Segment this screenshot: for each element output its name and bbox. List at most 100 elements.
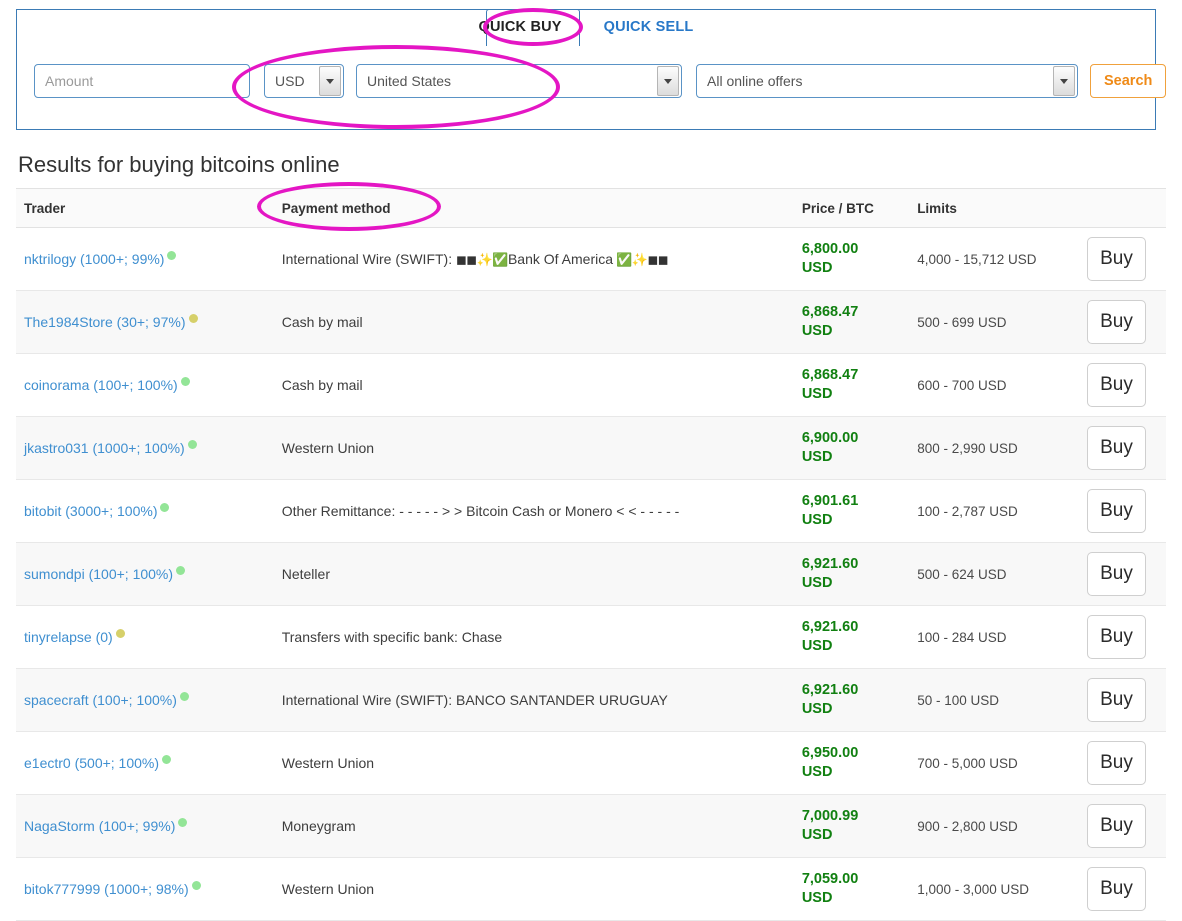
cell-payment-method: Western Union: [273, 416, 794, 480]
payment-method-text: Cash by mail: [281, 314, 363, 330]
table-row: The1984Store (30+; 97%) Cash by mail 6,868…: [16, 290, 1166, 354]
cell-payment-method: Western Union: [273, 731, 794, 795]
cell-trader: The1984Store (30+; 97%): [16, 290, 274, 354]
trader-link[interactable]: coinorama (100+; 100%): [24, 377, 178, 393]
offer-type-select[interactable]: All online offers: [696, 64, 1078, 98]
trader-link[interactable]: e1ectr0 (500+; 100%): [24, 755, 159, 771]
cell-limits: 500 - 699 USD: [909, 290, 1079, 354]
buy-button[interactable]: Buy: [1087, 363, 1146, 407]
buy-button[interactable]: Buy: [1087, 678, 1146, 722]
cell-action: Buy: [1079, 668, 1166, 732]
buy-button[interactable]: Buy: [1087, 489, 1146, 533]
buy-button[interactable]: Buy: [1087, 741, 1146, 785]
buy-button[interactable]: Buy: [1087, 615, 1146, 659]
trader-link[interactable]: bitok777999 (1000+; 98%): [24, 881, 189, 897]
cell-payment-method: Cash by mail: [273, 353, 794, 417]
cell-action: Buy: [1079, 542, 1166, 606]
cell-action: Buy: [1079, 731, 1166, 795]
cell-trader: coinorama (100+; 100%): [16, 353, 274, 417]
cell-trader: sumondpi (100+; 100%): [16, 542, 274, 606]
buy-button[interactable]: Buy: [1087, 237, 1146, 281]
limits-value: 4,000 - 15,712 USD: [917, 252, 1037, 267]
status-dot-icon: [188, 314, 198, 323]
status-dot-icon: [162, 755, 172, 764]
trader-link[interactable]: The1984Store (30+; 97%): [24, 314, 186, 330]
offer-type-select-value: All online offers: [707, 73, 803, 89]
status-dot-icon: [176, 566, 186, 575]
country-select-value: United States: [367, 73, 452, 89]
column-header-trader: Trader: [16, 188, 274, 228]
search-button[interactable]: Search: [1090, 64, 1167, 98]
cell-trader: nktrilogy (1000+; 99%): [16, 227, 274, 291]
cell-action: Buy: [1079, 227, 1166, 291]
cell-price: 6,950.00 USD: [793, 731, 910, 795]
trader-link[interactable]: tinyrelapse (0): [24, 629, 113, 645]
buy-button[interactable]: Buy: [1087, 426, 1146, 470]
limits-value: 700 - 5,000 USD: [917, 756, 1018, 771]
cell-action: Buy: [1079, 290, 1166, 354]
buy-button[interactable]: Buy: [1087, 867, 1146, 911]
cell-payment-method: Transfers with specific bank: Chase: [273, 605, 794, 669]
payment-method-text: International Wire (SWIFT): BANCO SANTAN…: [281, 692, 668, 708]
payment-method-text: Western Union: [281, 755, 375, 771]
buy-button[interactable]: Buy: [1087, 552, 1146, 596]
amount-input[interactable]: Amount: [34, 64, 250, 98]
price-currency: USD: [801, 827, 833, 843]
payment-method-text: Neteller: [281, 566, 330, 582]
cell-action: Buy: [1079, 416, 1166, 480]
trader-link[interactable]: bitobit (3000+; 100%): [24, 503, 157, 519]
cell-action: Buy: [1079, 857, 1166, 921]
limits-value: 500 - 699 USD: [917, 315, 1007, 330]
table-header-row: Trader Payment method Price / BTC Limits: [16, 188, 1166, 228]
cell-limits: 4,000 - 15,712 USD: [909, 227, 1079, 291]
limits-value: 50 - 100 USD: [917, 693, 999, 708]
trader-link[interactable]: nktrilogy (1000+; 99%): [24, 251, 164, 267]
trader-link[interactable]: NagaStorm (100+; 99%): [24, 818, 175, 834]
trader-link[interactable]: jkastro031 (1000+; 100%): [24, 440, 185, 456]
price-currency: USD: [801, 512, 833, 528]
table-row: e1ectr0 (500+; 100%) Western Union 6,950.0…: [16, 731, 1166, 795]
cell-limits: 500 - 624 USD: [909, 542, 1079, 606]
cell-price: 7,059.00 USD: [793, 857, 910, 921]
price-currency: USD: [801, 449, 833, 465]
cell-action: Buy: [1079, 353, 1166, 417]
cell-trader: spacecraft (100+; 100%): [16, 668, 274, 732]
price-value: 7,000.99: [801, 808, 859, 824]
cell-limits: 50 - 100 USD: [909, 668, 1079, 732]
currency-select-value: USD: [275, 73, 305, 89]
price-currency: USD: [801, 386, 833, 402]
tab-quick-buy[interactable]: QUICK BUY: [475, 17, 566, 37]
chevron-down-icon: [319, 66, 341, 96]
cell-limits: 900 - 2,800 USD: [909, 794, 1079, 858]
cell-price: 6,900.00 USD: [793, 416, 910, 480]
country-select[interactable]: United States: [356, 64, 682, 98]
limits-value: 800 - 2,990 USD: [917, 441, 1018, 456]
cell-limits: 700 - 5,000 USD: [909, 731, 1079, 795]
payment-bank-name: Bank Of America: [507, 250, 614, 267]
payment-method-text: Western Union: [281, 440, 375, 456]
cell-action: Buy: [1079, 479, 1166, 543]
table-row: jkastro031 (1000+; 100%) Western Union 6,9…: [16, 416, 1166, 480]
cell-payment-method: Western Union: [273, 857, 794, 921]
tab-quick-sell[interactable]: QUICK SELL: [600, 17, 698, 37]
currency-select[interactable]: USD: [264, 64, 344, 98]
trader-link[interactable]: spacecraft (100+; 100%): [24, 692, 177, 708]
cell-price: 6,921.60 USD: [793, 542, 910, 606]
column-header-limits: Limits: [909, 188, 1079, 228]
price-currency: USD: [801, 701, 833, 717]
status-dot-icon: [167, 251, 177, 260]
tab-bar: QUICK BUY QUICK SELL: [16, 9, 1156, 45]
limits-value: 600 - 700 USD: [917, 378, 1007, 393]
offers-table: Trader Payment method Price / BTC Limits…: [16, 188, 1166, 921]
cell-limits: 100 - 284 USD: [909, 605, 1079, 669]
buy-button[interactable]: Buy: [1087, 804, 1146, 848]
price-value: 6,868.47: [801, 367, 859, 383]
payment-method-text: Western Union: [281, 881, 375, 897]
buy-button[interactable]: Buy: [1087, 300, 1146, 344]
trader-link[interactable]: sumondpi (100+; 100%): [24, 566, 173, 582]
cell-price: 6,800.00 USD: [793, 227, 910, 291]
table-row: NagaStorm (100+; 99%) Moneygram 7,000.99 US…: [16, 794, 1166, 858]
limits-value: 100 - 284 USD: [917, 630, 1007, 645]
price-currency: USD: [801, 260, 833, 276]
payment-method-text: Moneygram: [281, 818, 356, 834]
